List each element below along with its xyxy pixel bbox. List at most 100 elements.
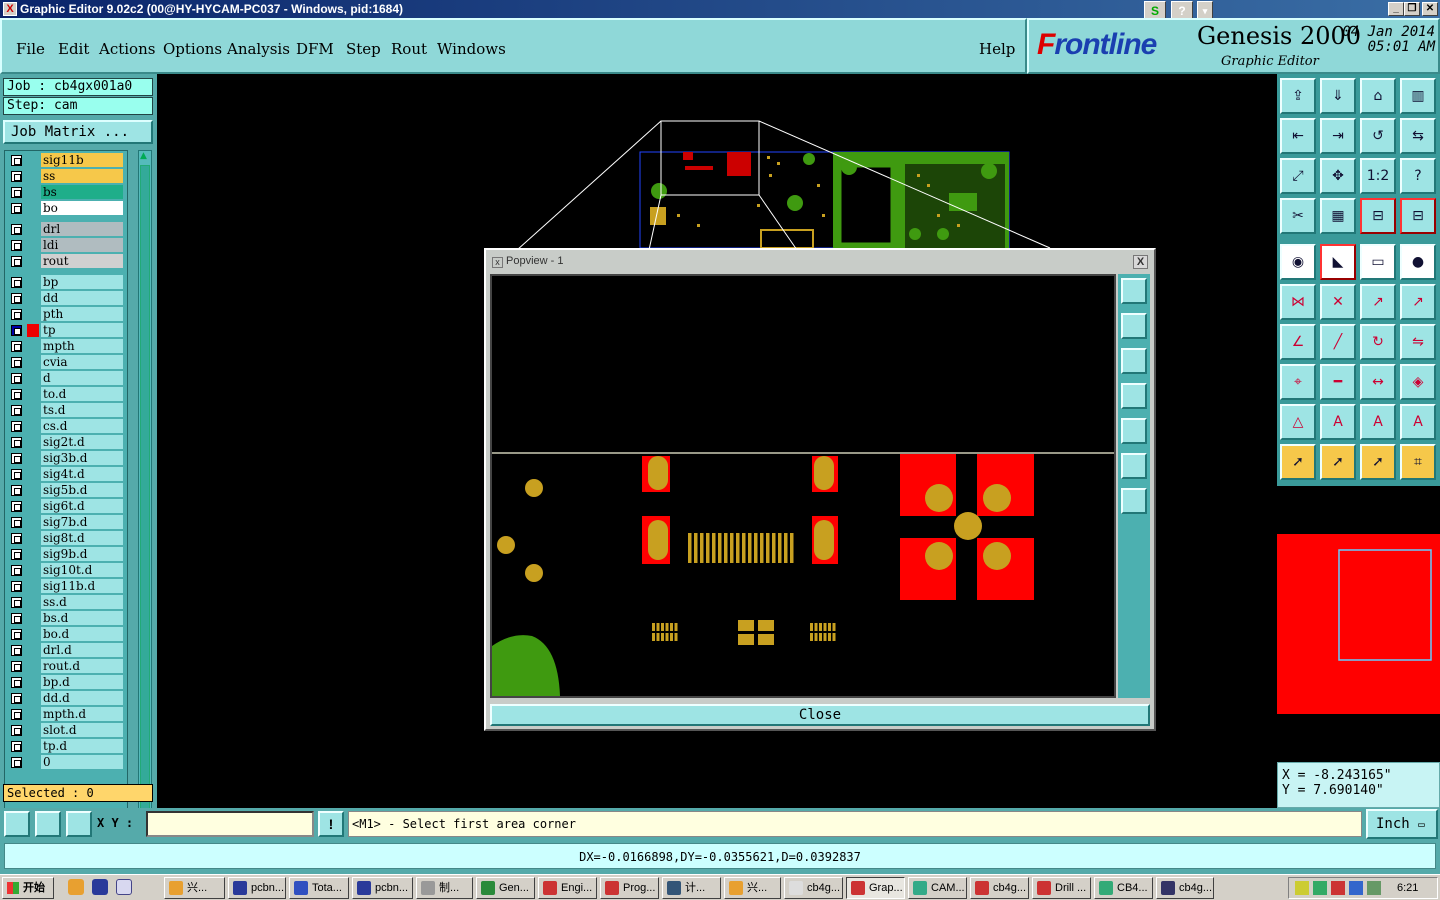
layer-name[interactable]: slot.d [41,723,123,737]
taskbar-button[interactable]: Engi... [538,877,597,899]
layer-row[interactable]: sig11b [5,153,127,168]
shapes-icon[interactable]: ◈ [1400,364,1436,400]
layer-name[interactable]: sig11b [41,153,123,167]
overview-map[interactable] [1277,486,1440,762]
line-icon[interactable]: ◣ [1320,244,1356,280]
layer-checkbox[interactable] [11,203,22,214]
layer-row[interactable]: sig4t.d [5,467,127,482]
layer-name[interactable]: 0 [41,755,123,769]
layer-name[interactable]: drl.d [41,643,123,657]
layer-row[interactable]: tp [5,323,127,338]
layer-name[interactable]: bo.d [41,627,123,641]
layer-tool-icon[interactable]: ⊟ [1360,198,1396,234]
taskbar-button[interactable]: CB4... [1094,877,1153,899]
layer-row[interactable]: sig7b.d [5,515,127,530]
redo-icon[interactable]: ⇥ [1320,118,1356,154]
taskbar-button[interactable]: 兴... [164,877,225,899]
layer-name[interactable]: rout [41,254,123,268]
snap-icon[interactable]: ✂ [1280,198,1316,234]
popview-close-button[interactable]: Close [490,704,1150,726]
layer-row[interactable]: drl [5,222,127,237]
layer-row[interactable]: pth [5,307,127,322]
tray-icon-5[interactable] [1367,881,1381,895]
units-button[interactable]: Inch ▭ [1366,809,1438,839]
layer-name[interactable]: sig10t.d [41,563,123,577]
layer-checkbox[interactable] [11,693,22,704]
layer-row[interactable]: rout [5,254,127,269]
angle-mode-icon[interactable] [35,811,61,837]
layer-checkbox[interactable] [11,661,22,672]
layer-name[interactable]: tp.d [41,739,123,753]
pv-up-icon[interactable] [1121,313,1147,339]
layer-row[interactable]: sig5b.d [5,483,127,498]
layer-row[interactable]: sig6t.d [5,499,127,514]
layer-name[interactable]: bs.d [41,611,123,625]
angle-icon[interactable]: ∠ [1280,324,1316,360]
pv-fit-icon[interactable] [1121,278,1147,304]
xy-input[interactable] [146,811,314,837]
layer-name[interactable]: bp.d [41,675,123,689]
snap-mode-icon[interactable] [4,811,30,837]
taskbar-button[interactable]: cb4g... [1156,877,1214,899]
pv-left-icon[interactable] [1121,383,1147,409]
menu-rout[interactable]: Rout [391,40,427,58]
minimize-icon[interactable]: _ [1388,2,1404,16]
layer-checkbox[interactable] [11,741,22,752]
layer-row[interactable]: bs.d [5,611,127,626]
layer-checkbox[interactable] [11,725,22,736]
rotate-icon[interactable]: ↻ [1360,324,1396,360]
layer-row[interactable]: bp [5,275,127,290]
layer-name[interactable]: sig3b.d [41,451,123,465]
pad-icon[interactable]: ◉ [1280,244,1316,280]
home-icon[interactable]: ⌂ [1360,78,1396,114]
layer-name[interactable]: ldi [41,238,123,252]
layer-name[interactable]: sig2t.d [41,435,123,449]
layer-checkbox[interactable] [11,629,22,640]
layer-row[interactable]: d [5,371,127,386]
layer-checkbox[interactable] [11,469,22,480]
layer-row[interactable]: tp.d [5,739,127,754]
taskbar-button[interactable]: pcbn... [352,877,413,899]
layer-checkbox[interactable] [11,341,22,352]
layer-row[interactable]: ss [5,169,127,184]
layer-row[interactable]: rout.d [5,659,127,674]
layer-checkbox[interactable] [11,757,22,768]
layer-checkbox[interactable] [11,309,22,320]
layer-row[interactable]: sig2t.d [5,435,127,450]
layer-checkbox[interactable] [11,155,22,166]
zoom-back-icon[interactable]: ↺ [1360,118,1396,154]
layer-row[interactable]: mpth [5,339,127,354]
layer-checkbox[interactable] [11,677,22,688]
layer-tool2-icon[interactable]: ⊟ [1400,198,1436,234]
circle-icon[interactable]: ● [1400,244,1436,280]
measure-icon[interactable]: ↔ [1360,364,1396,400]
menu-edit[interactable]: Edit [58,40,89,58]
layer-name[interactable]: pth [41,307,123,321]
layer-checkbox[interactable] [11,240,22,251]
polygon2-icon[interactable]: A [1320,404,1356,440]
connect-icon[interactable]: ⋈ [1280,284,1316,320]
undo-icon[interactable]: ⇤ [1280,118,1316,154]
layer-name[interactable]: sig6t.d [41,499,123,513]
layer-name[interactable]: bo [41,201,123,215]
menu-actions[interactable]: Actions [99,40,155,58]
move-icon[interactable]: ↗ [1360,284,1396,320]
menu-analysis[interactable]: Analysis [227,40,290,58]
scale-1-2-icon[interactable]: 1:2 [1360,158,1396,194]
layer-name[interactable]: drl [41,222,123,236]
save-icon[interactable]: ⇓ [1320,78,1356,114]
layer-name[interactable]: ss [41,169,123,183]
layer-checkbox[interactable] [11,325,22,336]
tray-icon-4[interactable] [1349,881,1363,895]
layer-checkbox[interactable] [11,597,22,608]
layer-scrollbar[interactable]: ▲ ▼ [138,150,152,856]
layer-row[interactable]: mpth.d [5,707,127,722]
polygon4-icon[interactable]: A [1400,404,1436,440]
layer-checkbox[interactable] [11,565,22,576]
layer-checkbox[interactable] [11,293,22,304]
help-icon[interactable]: ? [1400,158,1436,194]
layer-checkbox[interactable] [11,437,22,448]
layer-row[interactable]: bs [5,185,127,200]
tray-icon-1[interactable] [1295,881,1309,895]
layer-name[interactable]: tp [41,323,123,337]
